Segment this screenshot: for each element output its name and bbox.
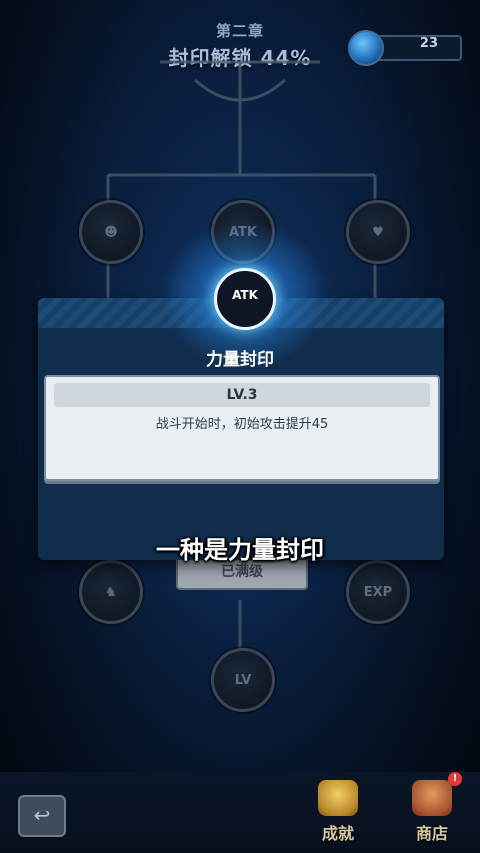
heart-plus-icon: ♥ [372, 224, 384, 240]
heal-node[interactable]: ♥ [346, 200, 410, 264]
demon-node[interactable]: ☻ [79, 200, 143, 264]
nav-shop-label: 商店 [415, 824, 448, 843]
exp-icon: EXP [363, 584, 393, 600]
atk-seal-icon: ATK [214, 268, 276, 330]
video-subtitle: 一种是力量封印 [156, 536, 324, 564]
nav-shop[interactable]: ! 商店 [400, 772, 464, 846]
nav-achievements[interactable]: 成就 [306, 780, 370, 846]
lv-node[interactable]: LV [211, 648, 275, 712]
shop-icon [412, 780, 452, 816]
viking-helmet-icon: ♞ [105, 584, 117, 600]
seal-level: LV.3 [54, 383, 430, 407]
atk-seal-icon-text: ATK [232, 288, 258, 302]
viking-node[interactable]: ♞ [79, 560, 143, 624]
seal-detail-card: LV.3 战斗开始时，初始攻击提升45 [44, 375, 440, 481]
level-up-icon: LV [234, 672, 252, 688]
modal-title: 力量封印 [206, 350, 274, 370]
back-button[interactable]: ↩ [18, 795, 66, 837]
nav-achievements-label: 成就 [321, 824, 354, 843]
demon-icon: ☻ [104, 224, 118, 240]
trophy-icon [318, 780, 358, 816]
notification-badge: ! [448, 772, 462, 786]
seal-description: 战斗开始时，初始攻击提升45 [155, 417, 329, 432]
exp-node[interactable]: EXP [346, 560, 410, 624]
back-arrow-icon: ↩ [33, 803, 51, 827]
